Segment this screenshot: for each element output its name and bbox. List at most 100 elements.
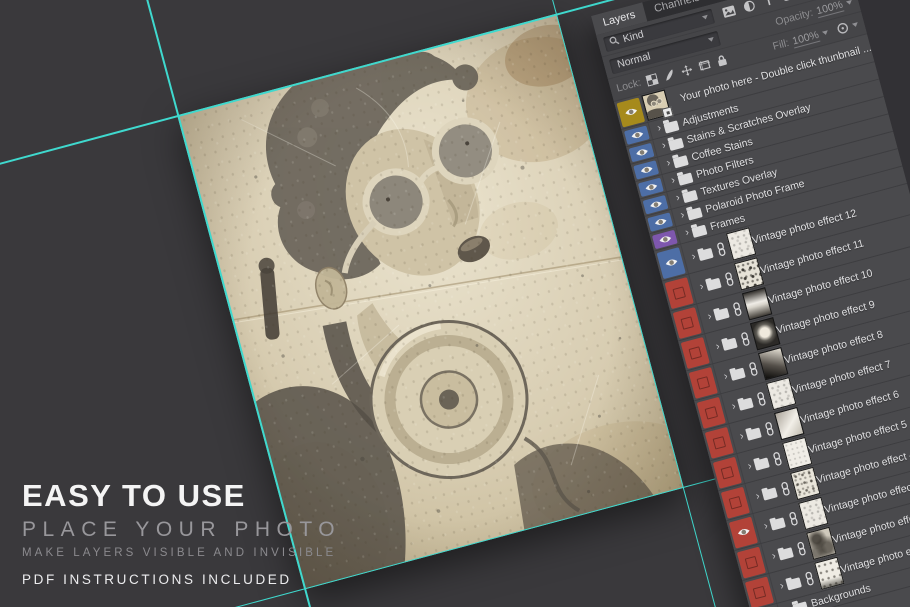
fill-value[interactable]: 100% [791, 28, 820, 48]
folder-icon [663, 120, 679, 133]
layers-panel: Layers Channels Kind T Normal Opacity: 1… [591, 0, 910, 607]
layer-thumbnail[interactable] [742, 287, 772, 320]
layer-thumbnail[interactable] [814, 557, 844, 590]
link-icon [787, 511, 799, 527]
folder-icon [705, 278, 721, 291]
layer-thumbnail[interactable] [790, 467, 820, 500]
layer-thumbnail[interactable] [750, 317, 780, 350]
layer-list: Your photo here - Double click thunbnail… [614, 34, 910, 607]
folder-icon [745, 428, 761, 441]
kind-filter-label: Kind [622, 28, 645, 45]
expand-chevron-icon[interactable]: › [723, 371, 729, 383]
hidden-visibility-box[interactable] [745, 576, 774, 607]
promo-text-block: EASY TO USE PLACE YOUR PHOTO MAKE LAYERS… [22, 480, 341, 587]
expand-chevron-icon[interactable]: › [679, 210, 685, 222]
folder-icon [729, 368, 745, 381]
folder-icon [713, 308, 729, 321]
link-icon [763, 421, 775, 437]
layer-thumbnail[interactable] [782, 437, 812, 470]
expand-chevron-icon[interactable]: › [665, 158, 671, 170]
link-icon [779, 481, 791, 497]
layer-thumbnail[interactable] [766, 377, 796, 410]
lock-transparency-icon[interactable] [645, 73, 658, 86]
panel-circle-icon[interactable] [835, 21, 850, 36]
layer-thumbnail[interactable] [806, 527, 836, 560]
expand-chevron-icon[interactable]: › [661, 140, 667, 152]
link-icon [715, 241, 727, 257]
hidden-visibility-box[interactable] [713, 456, 742, 488]
folder-icon [668, 137, 684, 150]
chevron-down-icon [708, 37, 715, 42]
expand-chevron-icon[interactable]: › [771, 550, 777, 562]
pixel-layer-filter-icon[interactable] [721, 4, 736, 18]
expand-chevron-icon[interactable]: › [684, 227, 690, 239]
opacity-value[interactable]: 100% [815, 0, 844, 18]
folder-icon [721, 338, 737, 351]
expand-chevron-icon[interactable]: › [656, 123, 662, 135]
adjustment-layer-filter-icon[interactable] [742, 0, 755, 12]
shape-layer-filter-icon[interactable] [781, 0, 795, 2]
expand-chevron-icon[interactable]: › [670, 175, 676, 187]
eye-icon[interactable] [656, 247, 685, 279]
hidden-visibility-box[interactable] [664, 277, 693, 309]
expand-chevron-icon[interactable]: › [779, 580, 785, 592]
expand-chevron-icon[interactable]: › [698, 281, 704, 293]
hidden-visibility-box[interactable] [673, 307, 702, 339]
expand-chevron-icon[interactable]: › [714, 341, 720, 353]
photoshop-mockup: EASY TO USE PLACE YOUR PHOTO MAKE LAYERS… [0, 0, 910, 607]
link-icon [739, 331, 751, 347]
link-icon [731, 301, 743, 317]
promo-title: EASY TO USE [22, 480, 341, 513]
link-icon [795, 541, 807, 557]
folder-icon [761, 487, 777, 500]
link-icon [755, 391, 767, 407]
layer-thumbnail[interactable] [734, 257, 764, 290]
folder-icon [686, 207, 702, 220]
promo-subtitle: PLACE YOUR PHOTO [22, 518, 341, 542]
expand-chevron-icon[interactable]: › [731, 401, 737, 413]
folder-icon [792, 601, 808, 607]
layer-thumbnail[interactable] [758, 347, 788, 380]
chevron-down-icon[interactable] [852, 22, 859, 27]
hidden-visibility-box[interactable] [705, 426, 734, 458]
layer-thumbnail[interactable] [641, 89, 671, 120]
layer-thumbnail[interactable] [798, 497, 828, 530]
expand-chevron-icon[interactable]: › [755, 490, 761, 502]
chevron-down-icon[interactable] [822, 30, 829, 35]
lock-position-icon[interactable] [680, 63, 693, 76]
hidden-visibility-box[interactable] [689, 366, 718, 398]
expand-chevron-icon[interactable]: › [706, 311, 712, 323]
hidden-visibility-box[interactable] [697, 396, 726, 428]
folder-icon [677, 172, 693, 185]
link-icon [747, 361, 759, 377]
expand-chevron-icon[interactable]: › [690, 251, 696, 263]
layer-thumbnail[interactable] [726, 227, 756, 260]
svg-text:T: T [764, 0, 774, 7]
expand-chevron-icon[interactable]: › [675, 192, 681, 204]
folder-icon [777, 547, 793, 560]
lock-all-icon[interactable] [716, 53, 729, 67]
hidden-visibility-box[interactable] [737, 546, 766, 578]
promo-pdf-note: PDF INSTRUCTIONS INCLUDED [22, 572, 341, 587]
eye-icon[interactable] [729, 516, 758, 548]
fill-label: Fill: [771, 37, 790, 53]
link-icon [771, 451, 783, 467]
folder-icon [769, 517, 785, 530]
hidden-visibility-box[interactable] [721, 486, 750, 518]
visibility-toggle[interactable] [742, 574, 777, 607]
expand-chevron-icon[interactable]: › [747, 460, 753, 472]
folder-icon [786, 577, 802, 590]
type-layer-filter-icon[interactable]: T [762, 0, 775, 7]
search-icon [607, 32, 621, 52]
folder-icon [737, 398, 753, 411]
link-icon [723, 271, 735, 287]
expand-chevron-icon[interactable]: › [763, 520, 769, 532]
hidden-visibility-box[interactable] [681, 336, 710, 368]
chevron-down-icon[interactable] [846, 0, 853, 5]
lock-image-icon[interactable] [663, 68, 676, 81]
lock-artboard-icon[interactable] [698, 59, 712, 72]
eye-icon[interactable] [616, 97, 645, 127]
layer-thumbnail[interactable] [774, 407, 804, 440]
expand-chevron-icon[interactable]: › [739, 431, 745, 443]
blend-mode-value: Normal [616, 50, 652, 70]
